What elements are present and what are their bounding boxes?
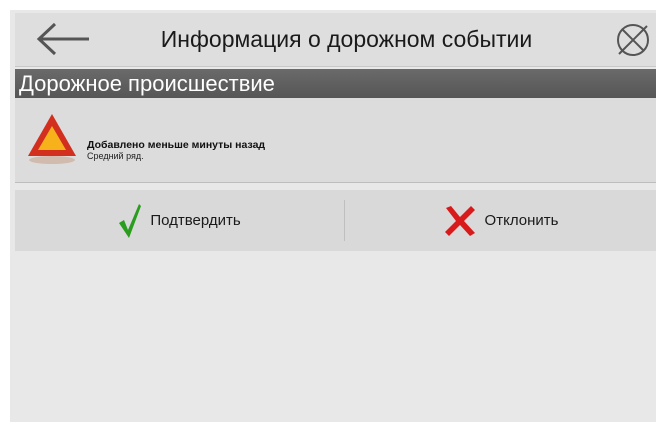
reject-button[interactable]: Отклонить <box>345 190 656 251</box>
check-icon <box>119 203 142 238</box>
crossed-circle-icon <box>617 24 649 56</box>
event-title: Добавлено меньше минуты назад <box>87 139 266 151</box>
confirm-button[interactable]: Подтвердить <box>15 190 344 251</box>
event-subtitle: Средний ряд. <box>87 151 144 161</box>
event-card: Добавлено меньше минуты назад Средний ря… <box>15 98 656 183</box>
title-bar: Информация о дорожном событии <box>15 13 656 67</box>
confirm-label: Подтвердить <box>150 212 241 229</box>
event-text: Добавлено меньше минуты назад Средний ря… <box>87 139 265 162</box>
reject-label: Отклонить <box>484 212 559 229</box>
app-screen: Информация о дорожном событии Дорожное п… <box>10 10 656 422</box>
warning-triangle-icon <box>28 114 76 164</box>
close-button[interactable] <box>612 19 654 61</box>
page-title: Информация о дорожном событии <box>160 26 533 52</box>
back-button[interactable] <box>33 19 93 59</box>
action-bar: Подтвердить Отклонить <box>15 190 656 251</box>
arrow-left-icon <box>36 22 89 56</box>
x-icon <box>444 205 475 236</box>
section-header: Дорожное происшествие <box>15 69 656 98</box>
